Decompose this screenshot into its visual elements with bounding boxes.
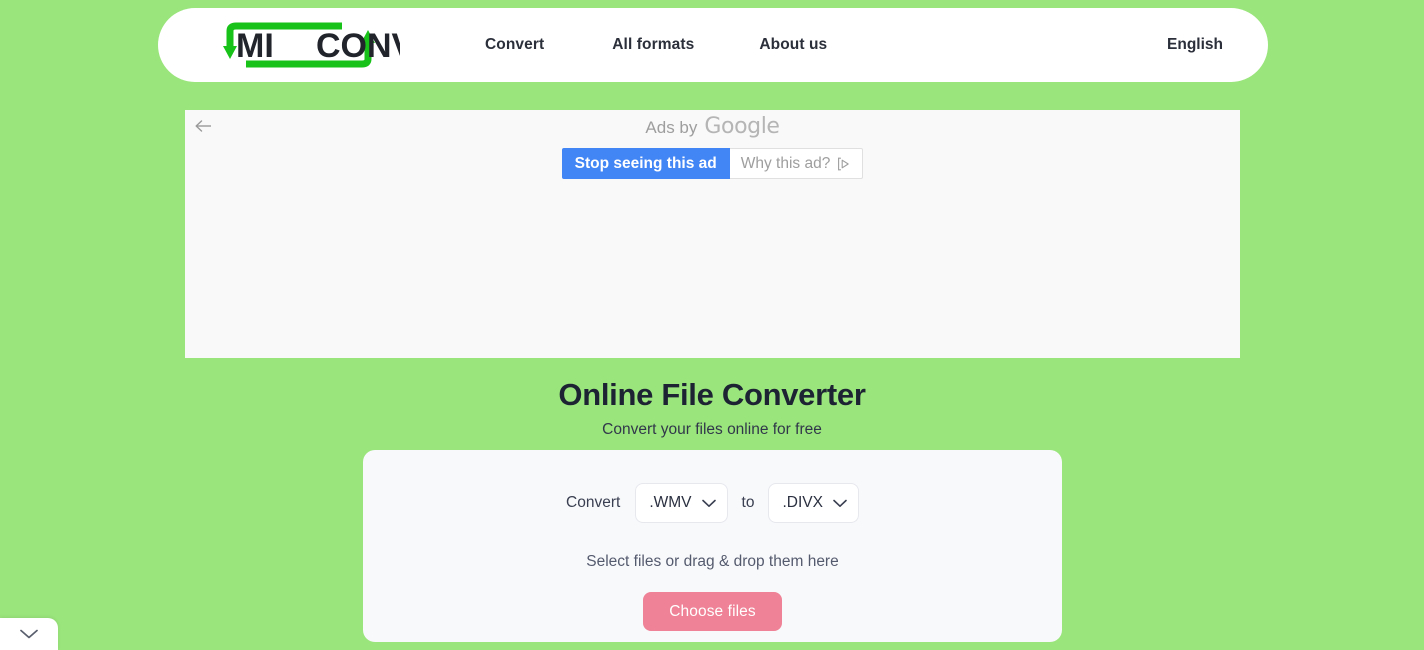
ad-byline-prefix: Ads by bbox=[645, 118, 698, 137]
logo[interactable]: MI CONV bbox=[220, 22, 400, 68]
target-format-value: .DIVX bbox=[782, 494, 823, 511]
source-format-value: .WMV bbox=[649, 494, 692, 511]
choose-files-button[interactable]: Choose files bbox=[643, 592, 782, 631]
choose-files-row: Choose files bbox=[363, 592, 1062, 631]
arrow-down-head bbox=[223, 46, 237, 59]
nav-link-all-formats[interactable]: All formats bbox=[612, 30, 694, 60]
dropzone-hint[interactable]: Select files or drag & drop them here bbox=[363, 553, 1062, 571]
nav-link-convert[interactable]: Convert bbox=[485, 30, 544, 60]
ad-byline: Ads by Google bbox=[185, 114, 1240, 139]
converter-card: Convert .WMV to .DIVX Select files or dr… bbox=[363, 450, 1062, 642]
why-this-ad-button[interactable]: Why this ad? bbox=[729, 148, 864, 179]
why-this-ad-label: Why this ad? bbox=[740, 154, 831, 172]
bottom-collapse-tab[interactable] bbox=[0, 618, 58, 650]
logo-text-mi: MI bbox=[236, 27, 274, 65]
hero-section: Online File Converter Convert your files… bbox=[0, 374, 1424, 439]
google-ad-panel: Ads by Google Stop seeing this ad Why th… bbox=[185, 110, 1240, 358]
ad-byline-brand: Google bbox=[704, 114, 780, 139]
convert-label: Convert bbox=[566, 494, 621, 511]
target-format-select[interactable]: .DIVX bbox=[768, 483, 859, 523]
nav-link-about-us[interactable]: About us bbox=[759, 30, 827, 60]
ad-controls: Stop seeing this ad Why this ad? bbox=[185, 148, 1240, 179]
logo-text-conv: CONV bbox=[316, 27, 400, 65]
chevron-down-icon bbox=[701, 499, 716, 507]
chevron-down-icon bbox=[20, 629, 38, 639]
to-label: to bbox=[741, 494, 755, 511]
chevron-down-icon bbox=[833, 499, 847, 507]
main-navigation: Convert All formats About us bbox=[485, 30, 827, 60]
source-format-select[interactable]: .WMV bbox=[635, 483, 728, 523]
site-header: MI CONV Convert All formats About us Eng… bbox=[158, 8, 1268, 82]
page-subtitle: Convert your files online for free bbox=[602, 421, 822, 438]
adchoices-icon bbox=[838, 157, 850, 170]
logo-mark: MI CONV bbox=[223, 22, 400, 68]
page-title: Online File Converter bbox=[558, 377, 866, 412]
stop-seeing-ad-button[interactable]: Stop seeing this ad bbox=[561, 148, 730, 179]
format-selection-row: Convert .WMV to .DIVX bbox=[363, 483, 1062, 523]
language-selector[interactable]: English bbox=[1167, 36, 1223, 54]
